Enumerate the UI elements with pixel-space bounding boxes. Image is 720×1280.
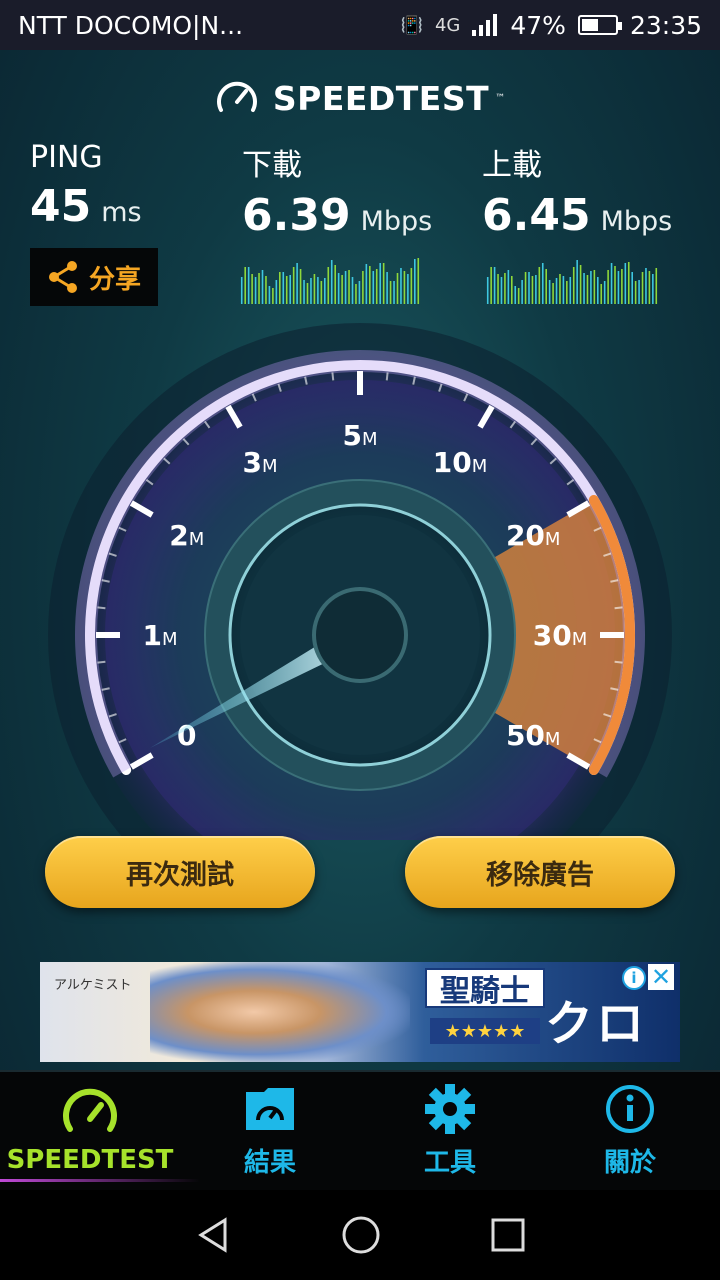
gear-icon <box>425 1083 475 1134</box>
info-icon <box>606 1084 654 1133</box>
ad-info-icon[interactable]: i <box>622 966 646 990</box>
status-bar: NTT DOCOMO|N... 📳 4G 47% 23:35 <box>0 0 720 50</box>
ad-banner[interactable]: アルケミスト 聖騎士 ★★★★★ クロエ i ✕ <box>40 962 680 1062</box>
ping-stat: PING 45 ms <box>30 140 142 232</box>
needle-hub <box>312 587 408 683</box>
upload-value: 6.45 <box>482 190 591 241</box>
upload-stat: 上載 6.45 Mbps <box>482 140 672 241</box>
ping-label: PING <box>30 140 103 175</box>
share-icon <box>48 261 77 293</box>
nav-tools[interactable]: 工具 <box>360 1072 540 1190</box>
network-type: 4G <box>434 14 461 36</box>
upload-label: 上載 <box>482 148 542 183</box>
gauge-minor-tick <box>331 372 335 381</box>
gauge-minor-tick <box>97 660 106 664</box>
download-stat: 下載 6.39 Mbps <box>242 140 432 241</box>
app-title: SPEEDTEST <box>272 78 490 118</box>
clock: 23:35 <box>629 10 702 40</box>
status-icons: 📳 4G 47% 23:35 <box>401 11 702 40</box>
share-label: 分享 <box>88 264 141 295</box>
share-button[interactable]: 分享 <box>30 248 158 306</box>
upload-value-row: 6.45 Mbps <box>482 190 672 241</box>
carrier-name: NTT DOCOMO|N... <box>18 10 244 40</box>
remove-ads-button[interactable]: 移除廣告 <box>405 836 675 908</box>
ad-rating-stars: ★★★★★ <box>430 1018 540 1044</box>
nav-tools-label: 工具 <box>423 1147 476 1178</box>
battery-icon <box>577 15 622 35</box>
home-icon[interactable] <box>341 1215 381 1255</box>
nav-results[interactable]: 結果 <box>180 1072 360 1190</box>
download-sparkline <box>240 258 420 304</box>
back-icon[interactable] <box>195 1217 231 1253</box>
app-header: SPEEDTEST ™ <box>0 72 720 124</box>
retest-button[interactable]: 再次測試 <box>45 836 315 908</box>
nav-speedtest-label: SPEEDTEST <box>6 1145 174 1175</box>
trademark: ™ <box>495 92 506 104</box>
system-nav-bar <box>0 1190 720 1280</box>
nav-about[interactable]: 關於 <box>540 1072 720 1190</box>
gauge-minor-tick <box>614 606 623 610</box>
ping-value: 45 <box>30 181 92 232</box>
ping-unit: ms <box>101 197 142 228</box>
nav-about-label: 關於 <box>603 1147 656 1178</box>
vibrate-icon: 📳 <box>400 14 423 36</box>
nav-speedtest[interactable]: SPEEDTEST <box>0 1072 200 1190</box>
speed-gauge: 01M2M3M5M10M20M30M50M <box>48 323 672 840</box>
upload-unit: Mbps <box>600 206 673 237</box>
speedometer-icon <box>63 1088 117 1132</box>
download-unit: Mbps <box>360 206 433 237</box>
download-label: 下載 <box>242 148 302 183</box>
download-value-row: 6.39 Mbps <box>242 190 432 241</box>
battery-percent: 47% <box>510 10 566 40</box>
results-folder-icon <box>246 1087 294 1130</box>
gauge-minor-tick <box>97 606 106 610</box>
ad-character-art <box>150 962 410 1062</box>
ad-game-logo: アルケミスト <box>54 978 132 993</box>
download-value: 6.39 <box>242 190 351 241</box>
bottom-nav: SPEEDTEST 結果 工具 關於 <box>0 1070 720 1190</box>
ping-value-row: 45 ms <box>30 181 142 232</box>
nav-results-label: 結果 <box>243 1147 296 1178</box>
ad-character-name: クロエ <box>545 996 648 1052</box>
speedometer-icon <box>216 81 257 112</box>
signal-icon <box>472 14 498 36</box>
gauge-minor-tick <box>385 372 389 381</box>
gauge-minor-tick <box>614 660 623 664</box>
ad-title: 聖騎士 <box>425 968 545 1009</box>
ad-close-icon[interactable]: ✕ <box>648 963 674 991</box>
recents-icon[interactable] <box>491 1218 525 1252</box>
upload-sparkline <box>486 260 658 304</box>
